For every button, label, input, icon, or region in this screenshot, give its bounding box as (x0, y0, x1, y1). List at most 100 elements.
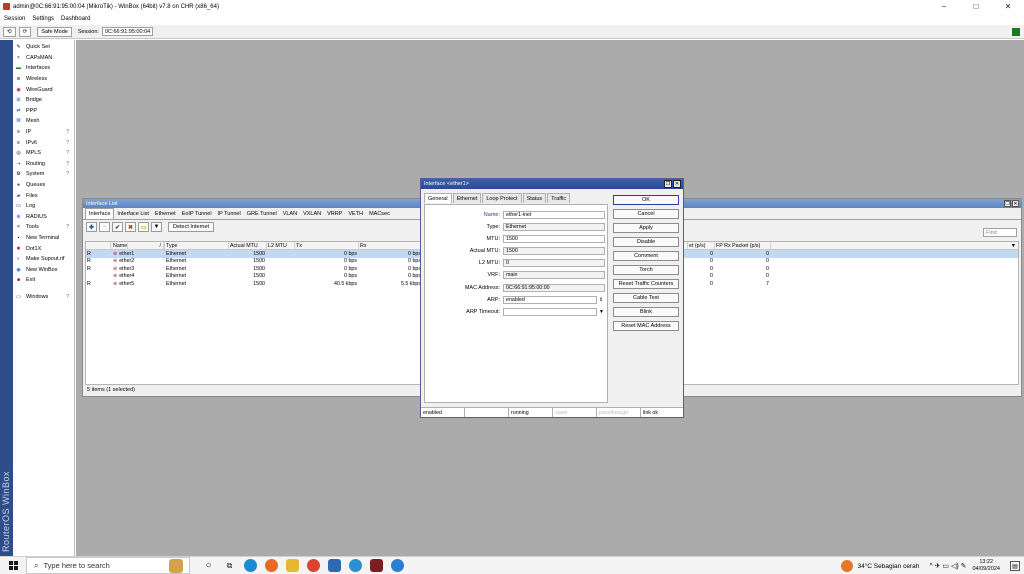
add-icon[interactable]: ✚ (86, 222, 97, 232)
network-tool-icon[interactable] (391, 559, 404, 572)
sidebar-item-files[interactable]: ▰ Files (13, 190, 74, 201)
sidebar-item-mesh[interactable]: ⌘ Mesh (13, 116, 74, 127)
interface-dialog-titlebar[interactable]: Interface <ether1> ❐ ✕ (421, 179, 683, 189)
disable-button[interactable]: Disable (613, 237, 679, 247)
sidebar-item-mpls[interactable]: ◎ MPLS? (13, 148, 74, 159)
restore-icon[interactable]: ❐ (664, 180, 672, 188)
firefox-icon[interactable] (265, 559, 278, 572)
col-rx[interactable]: Rx (359, 242, 423, 249)
sidebar-item-windows[interactable]: ▭ Windows? (13, 292, 74, 303)
clock[interactable]: 13:22 04/09/2024 (972, 559, 1000, 573)
sidebar-item-exit[interactable]: ■ Exit (13, 275, 74, 286)
enable-check-icon[interactable]: ✔ (112, 222, 123, 232)
winbox-taskbar-icon[interactable] (370, 559, 383, 572)
tab-vxlan[interactable]: VXLAN (300, 208, 324, 219)
telegram-icon[interactable] (349, 559, 362, 572)
remove-icon[interactable]: − (99, 222, 110, 232)
tab-vlan[interactable]: VLAN (280, 208, 300, 219)
reset-traffic-counters-button[interactable]: Reset Traffic Counters (613, 279, 679, 289)
taskbar-search[interactable]: ⌕ Type here to search (26, 557, 190, 574)
arp-dropdown-icon[interactable]: ⇕ (599, 297, 603, 303)
tab-eoip-tunnel[interactable]: EoIP Tunnel (179, 208, 215, 219)
col-actual-mtu[interactable]: Actual MTU (229, 242, 267, 249)
tray-icons[interactable]: ^ ✈ ▭ ◁) ✎ (929, 562, 966, 570)
sidebar-item-new-winbox[interactable]: ◉ New WinBox (13, 264, 74, 275)
notification-icon[interactable]: ▤ (1010, 561, 1020, 571)
sidebar-item-routing[interactable]: ⇢ Routing? (13, 159, 74, 170)
sidebar-item-quick-set[interactable]: ✎ Quick Set (13, 42, 74, 53)
sidebar-item-make-supout[interactable]: ◐ Make Supout.rif (13, 254, 74, 265)
col-tx[interactable]: Tx (295, 242, 359, 249)
weather-text[interactable]: 34°C Sebagian cerah (857, 563, 919, 570)
close-icon[interactable]: ✕ (1012, 200, 1019, 207)
minimize-button[interactable]: – (928, 0, 960, 13)
mtu-input[interactable]: 1500 (503, 234, 605, 243)
arp-select[interactable]: enabled (503, 295, 597, 304)
restore-icon[interactable]: ❐ (1004, 200, 1011, 207)
col-fp-rx-packet[interactable]: FP Rx Packet (p/s) (715, 242, 771, 249)
tab-vrrp[interactable]: VRRP (324, 208, 345, 219)
col-flags[interactable] (86, 242, 111, 249)
arp-timeout-dropdown-icon[interactable]: ▼ (599, 309, 604, 315)
cable-test-button[interactable]: Cable Test (613, 293, 679, 303)
apply-button[interactable]: Apply (613, 223, 679, 233)
arp-timeout-input[interactable] (503, 307, 597, 316)
comment-icon[interactable]: ▭ (138, 222, 149, 232)
tab-loop-protect[interactable]: Loop Protect (482, 193, 522, 203)
sidebar-item-ip[interactable]: ≡ IP? (13, 127, 74, 138)
sidebar-item-system[interactable]: ⚙ System? (13, 169, 74, 180)
col-fp-tx-packet[interactable]: et (p/s) (688, 242, 715, 249)
task-view-icon[interactable]: ⧉ (223, 559, 236, 572)
sidebar-item-interfaces[interactable]: ▬ Interfaces (13, 63, 74, 74)
name-input[interactable]: ether1-inet (503, 210, 605, 219)
col-type[interactable]: Type (165, 242, 229, 249)
tab-ip-tunnel[interactable]: IP Tunnel (215, 208, 244, 219)
tab-interface-list[interactable]: Interface List (114, 208, 152, 219)
torch-button[interactable]: Torch (613, 265, 679, 275)
sidebar-item-tools[interactable]: ✕ Tools? (13, 222, 74, 233)
tab-traffic[interactable]: Traffic (547, 193, 571, 203)
find-input[interactable]: Find (983, 228, 1017, 237)
chrome-icon[interactable] (307, 559, 320, 572)
redo-button[interactable]: ⟳ (18, 26, 32, 37)
tab-ethernet[interactable]: Ethernet (452, 193, 482, 203)
filter-icon[interactable]: ▼ (151, 222, 162, 232)
file-explorer-icon[interactable] (286, 559, 299, 572)
windows-start-icon[interactable] (0, 557, 26, 574)
virtualbox-icon[interactable] (328, 559, 341, 572)
cortana-icon[interactable]: ○ (202, 559, 215, 572)
cancel-button[interactable]: Cancel (613, 209, 679, 219)
tab-macsec[interactable]: MACsec (366, 208, 393, 219)
sidebar-item-queues[interactable]: ● Queues (13, 180, 74, 191)
comment-button[interactable]: Comment (613, 251, 679, 261)
menu-settings[interactable]: Settings (32, 16, 54, 22)
columns-dropdown-icon[interactable]: ▼ (1010, 242, 1018, 249)
col-l2-mtu[interactable]: L2 MTU (267, 242, 295, 249)
tab-gre-tunnel[interactable]: GRE Tunnel (244, 208, 280, 219)
close-icon[interactable]: ✕ (673, 180, 681, 188)
col-name[interactable]: Name / (111, 242, 165, 249)
ok-button[interactable]: OK (613, 195, 679, 205)
maximize-button[interactable]: □ (960, 0, 992, 13)
detect-internet-button[interactable]: Detect Internet (168, 222, 215, 232)
close-button[interactable]: ✕ (992, 0, 1024, 13)
blink-button[interactable]: Blink (613, 307, 679, 317)
weather-icon[interactable] (841, 560, 854, 572)
sidebar-item-radius[interactable]: ⊕ RADIUS (13, 212, 74, 223)
undo-button[interactable]: ⟲ (3, 26, 16, 37)
sidebar-item-bridge[interactable]: ⊞ Bridge (13, 95, 74, 106)
sidebar-item-log[interactable]: ▭ Log (13, 201, 74, 212)
sidebar-item-dot1x[interactable]: ✱ Dot1X (13, 243, 74, 254)
safe-mode-button[interactable]: Safe Mode (37, 26, 72, 37)
edge-icon[interactable] (244, 559, 257, 572)
tab-ethernet[interactable]: Ethernet (152, 208, 179, 219)
sidebar-item-wireguard[interactable]: ◉ WireGuard (13, 84, 74, 95)
sidebar-item-new-terminal[interactable]: ▪ New Terminal (13, 233, 74, 244)
sidebar-item-ppp[interactable]: ⇄ PPP (13, 106, 74, 117)
sidebar-item-wireless[interactable]: ≋ Wireless (13, 74, 74, 85)
tab-interface[interactable]: Interface (85, 208, 115, 219)
tab-veth[interactable]: VETH (345, 208, 366, 219)
sidebar-item-capsman[interactable]: ≈ CAPsMAN (13, 53, 74, 64)
menu-dashboard[interactable]: Dashboard (61, 16, 90, 22)
menu-session[interactable]: Session (4, 16, 25, 22)
